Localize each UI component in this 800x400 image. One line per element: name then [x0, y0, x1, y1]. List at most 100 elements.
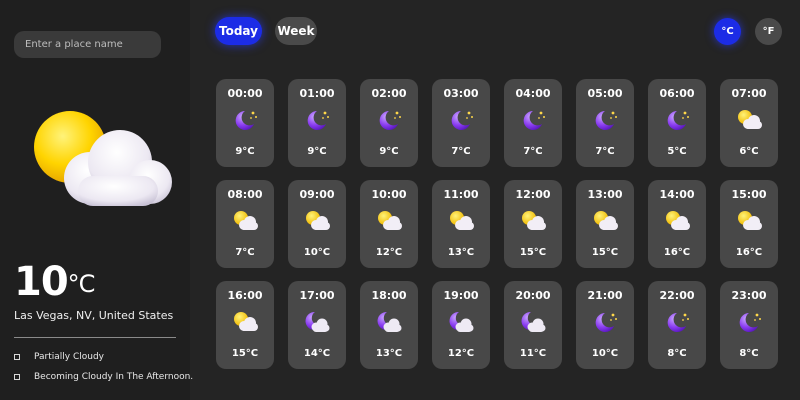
checkbox-icon: [14, 374, 20, 380]
hour-card[interactable]: 21:00 10°C: [576, 281, 634, 369]
hour-card[interactable]: 18:00 13°C: [360, 281, 418, 369]
moon-cloud-icon: [304, 311, 330, 333]
tab-week[interactable]: Week: [275, 17, 317, 45]
hour-time: 12:00: [515, 188, 551, 201]
current-temperature-unit: °C: [67, 270, 96, 298]
moon-icon: [520, 109, 546, 131]
condition-item: Becoming Cloudy In The Afternoon.: [14, 372, 193, 382]
hour-card[interactable]: 02:00 9°C: [360, 79, 418, 167]
hour-card[interactable]: 17:00 14°C: [288, 281, 346, 369]
hour-card[interactable]: 03:00 7°C: [432, 79, 490, 167]
hour-card[interactable]: 10:00 12°C: [360, 180, 418, 268]
moon-icon: [304, 109, 330, 131]
hour-temperature: 9°C: [235, 146, 255, 157]
hour-temperature: 13°C: [447, 247, 475, 258]
condition-text: Partially Cloudy: [34, 352, 105, 362]
hour-time: 01:00: [299, 87, 335, 100]
condition-item: Partially Cloudy: [14, 352, 104, 362]
hour-card[interactable]: 09:00 10°C: [288, 180, 346, 268]
hour-temperature: 15°C: [231, 348, 259, 359]
hour-time: 15:00: [731, 188, 767, 201]
hour-card[interactable]: 13:00 15°C: [576, 180, 634, 268]
moon-icon: [448, 109, 474, 131]
hour-time: 08:00: [227, 188, 263, 201]
hour-card[interactable]: 01:00 9°C: [288, 79, 346, 167]
hour-card[interactable]: 15:00 16°C: [720, 180, 778, 268]
hour-temperature: 8°C: [739, 348, 759, 359]
fahrenheit-button[interactable]: °F: [755, 18, 782, 45]
moon-icon: [736, 311, 762, 333]
search-input[interactable]: [14, 31, 161, 58]
sun-cloud-icon: [232, 311, 258, 333]
hour-card[interactable]: 07:00 6°C: [720, 79, 778, 167]
moon-icon: [664, 109, 690, 131]
sun-cloud-icon: [376, 210, 402, 232]
hour-card[interactable]: 04:00 7°C: [504, 79, 562, 167]
moon-cloud-icon: [448, 311, 474, 333]
tab-today[interactable]: Today: [215, 17, 262, 45]
hour-time: 21:00: [587, 289, 623, 302]
hour-time: 14:00: [659, 188, 695, 201]
hour-temperature: 16°C: [735, 247, 763, 258]
divider: [14, 337, 176, 338]
hour-temperature: 8°C: [667, 348, 687, 359]
moon-icon: [232, 109, 258, 131]
hour-temperature: 6°C: [739, 146, 759, 157]
hour-card[interactable]: 05:00 7°C: [576, 79, 634, 167]
hour-card[interactable]: 00:00 9°C: [216, 79, 274, 167]
hour-card[interactable]: 14:00 16°C: [648, 180, 706, 268]
hour-card[interactable]: 23:00 8°C: [720, 281, 778, 369]
hour-time: 23:00: [731, 289, 767, 302]
hour-temperature: 15°C: [591, 247, 619, 258]
hour-card[interactable]: 20:00 11°C: [504, 281, 562, 369]
sidebar: 10°C Las Vegas, NV, United States Partia…: [0, 0, 193, 400]
hour-time: 17:00: [299, 289, 335, 302]
celsius-button[interactable]: °C: [714, 18, 741, 45]
hour-temperature: 9°C: [379, 146, 399, 157]
sun-cloud-icon: [520, 210, 546, 232]
hour-time: 00:00: [227, 87, 263, 100]
hour-time: 05:00: [587, 87, 623, 100]
hour-time: 22:00: [659, 289, 695, 302]
moon-icon: [592, 109, 618, 131]
hour-card[interactable]: 08:00 7°C: [216, 180, 274, 268]
moon-icon: [376, 109, 402, 131]
sun-cloud-icon: [736, 109, 762, 131]
current-temperature: 10°C: [14, 258, 96, 306]
hour-card[interactable]: 12:00 15°C: [504, 180, 562, 268]
hour-temperature: 7°C: [523, 146, 543, 157]
moon-cloud-icon: [376, 311, 402, 333]
hour-time: 10:00: [371, 188, 407, 201]
hour-temperature: 13°C: [375, 348, 403, 359]
hour-card[interactable]: 22:00 8°C: [648, 281, 706, 369]
hour-temperature: 9°C: [307, 146, 327, 157]
moon-cloud-icon: [520, 311, 546, 333]
hour-temperature: 5°C: [667, 146, 687, 157]
hour-time: 09:00: [299, 188, 335, 201]
sun-cloud-icon: [736, 210, 762, 232]
hour-card[interactable]: 19:00 12°C: [432, 281, 490, 369]
hour-temperature: 12°C: [375, 247, 403, 258]
sun-cloud-icon: [232, 210, 258, 232]
hour-time: 07:00: [731, 87, 767, 100]
hour-card[interactable]: 06:00 5°C: [648, 79, 706, 167]
hour-temperature: 10°C: [591, 348, 619, 359]
current-temperature-value: 10: [14, 259, 69, 305]
hour-time: 11:00: [443, 188, 479, 201]
condition-text: Becoming Cloudy In The Afternoon.: [34, 372, 194, 382]
hour-temperature: 15°C: [519, 247, 547, 258]
location-label: Las Vegas, NV, United States: [14, 309, 174, 322]
sun-cloud-icon: [304, 210, 330, 232]
hour-temperature: 7°C: [235, 247, 255, 258]
checkbox-icon: [14, 354, 20, 360]
hour-time: 19:00: [443, 289, 479, 302]
sun-cloud-icon: [664, 210, 690, 232]
hour-time: 16:00: [227, 289, 263, 302]
hour-time: 02:00: [371, 87, 407, 100]
hour-time: 03:00: [443, 87, 479, 100]
hour-card[interactable]: 11:00 13°C: [432, 180, 490, 268]
hour-card[interactable]: 16:00 15°C: [216, 281, 274, 369]
hour-temperature: 16°C: [663, 247, 691, 258]
hour-temperature: 10°C: [303, 247, 331, 258]
sun-cloud-icon: [592, 210, 618, 232]
